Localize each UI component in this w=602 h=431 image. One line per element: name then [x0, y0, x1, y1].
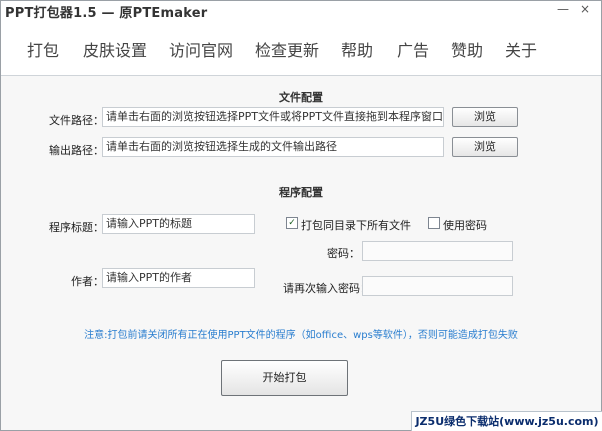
- use-password-checkbox[interactable]: [428, 217, 440, 229]
- close-button[interactable]: ×: [576, 1, 594, 17]
- menu-bar: 打包 皮肤设置 访问官网 检查更新 帮助 广告 赞助 关于: [1, 19, 601, 76]
- menu-item-sponsor[interactable]: 赞助: [451, 37, 483, 61]
- program-title-field[interactable]: 请输入PPT的标题: [102, 214, 255, 234]
- browse-file-button[interactable]: 浏览: [452, 107, 518, 127]
- minimize-button[interactable]: —: [554, 1, 572, 17]
- password-field[interactable]: [362, 241, 513, 261]
- menu-item-visit-website[interactable]: 访问官网: [169, 37, 233, 61]
- output-path-field[interactable]: 请单击右面的浏览按钮选择生成的文件输出路径: [102, 137, 444, 157]
- file-config-title: 文件配置: [279, 91, 323, 104]
- password-label: 密码：: [327, 247, 360, 260]
- file-path-field[interactable]: 请单击右面的浏览按钮选择PPT文件或将PPT文件直接拖到本程序窗口中: [102, 107, 444, 127]
- menu-item-help[interactable]: 帮助: [341, 37, 373, 61]
- pack-all-checkbox[interactable]: ✓: [286, 217, 298, 229]
- app-window: PPT打包器1.5 — 原PTEmaker — × 打包 皮肤设置 访问官网 检…: [0, 0, 602, 431]
- menu-item-ads[interactable]: 广告: [397, 37, 429, 61]
- pack-all-label: 打包同目录下所有文件: [301, 219, 411, 232]
- start-pack-button[interactable]: 开始打包: [221, 360, 348, 396]
- browse-output-button[interactable]: 浏览: [452, 137, 518, 157]
- menu-item-check-update[interactable]: 检查更新: [255, 37, 319, 61]
- menu-item-about[interactable]: 关于: [505, 37, 537, 61]
- menu-item-skin-settings[interactable]: 皮肤设置: [83, 37, 147, 61]
- password-confirm-label: 请再次输入密码：: [283, 282, 371, 295]
- password-confirm-field[interactable]: [362, 276, 513, 296]
- program-title-label: 程序标题：: [49, 221, 104, 234]
- output-path-label: 输出路径：: [49, 144, 104, 157]
- title-bar: PPT打包器1.5 — 原PTEmaker — ×: [1, 1, 601, 21]
- watermark: JZ5U绿色下载站(www.jz5u.com): [411, 411, 602, 431]
- notice-text: 注意:打包前请关闭所有正在使用PPT文件的程序（如office、wps等软件），…: [84, 330, 518, 341]
- author-label: 作者：: [71, 275, 104, 288]
- file-path-label: 文件路径：: [49, 114, 104, 127]
- use-password-label: 使用密码: [443, 219, 487, 232]
- program-config-title: 程序配置: [279, 186, 323, 199]
- author-field[interactable]: 请输入PPT的作者: [102, 268, 255, 288]
- menu-item-pack[interactable]: 打包: [27, 37, 59, 61]
